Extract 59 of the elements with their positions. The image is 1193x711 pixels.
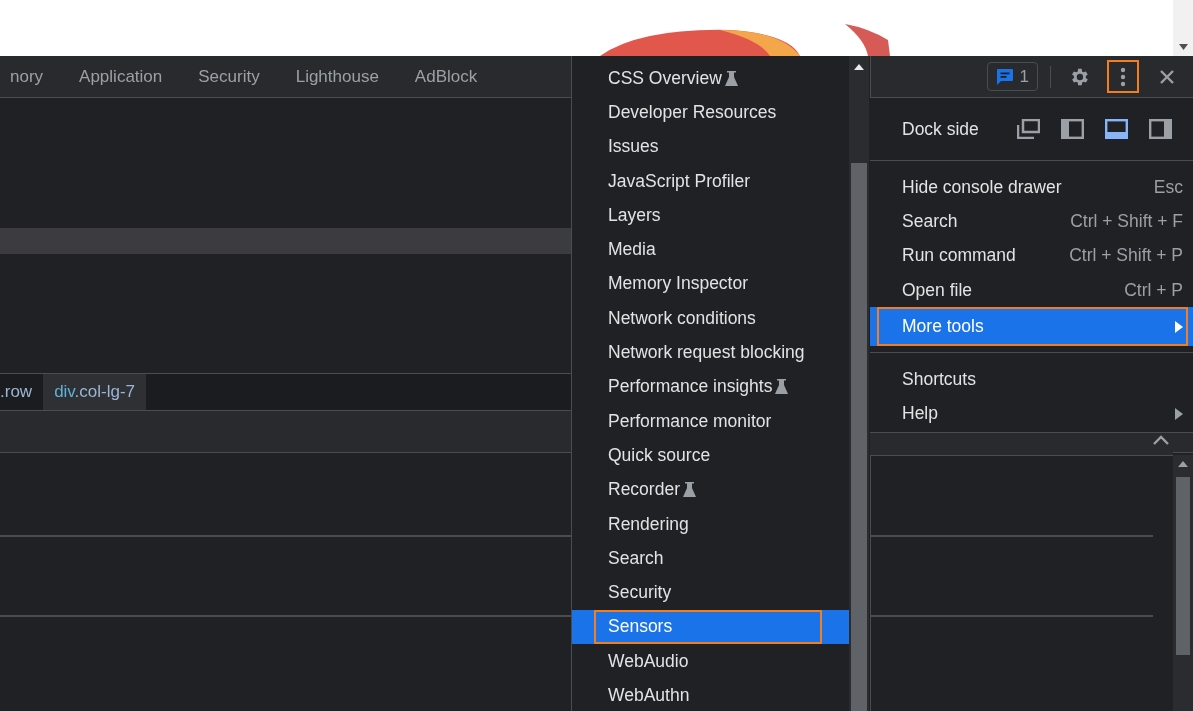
menu-item[interactable]: Layers [572, 198, 849, 233]
menu-item[interactable]: Shortcuts [870, 362, 1193, 397]
dock-right-icon[interactable] [1149, 119, 1172, 139]
flask-icon [724, 70, 738, 86]
menu-item[interactable]: Network request blocking [572, 335, 849, 370]
menu-item[interactable]: Rendering [572, 506, 849, 542]
menu-item[interactable]: Search Ctrl + Shift + F [870, 204, 1193, 239]
menu-item[interactable]: Memory Inspector [572, 266, 849, 302]
shortcut-label: Esc [1153, 176, 1183, 198]
menu-item[interactable]: JavaScript Profiler [572, 163, 849, 199]
submenu-arrow-icon [1175, 320, 1183, 333]
menu-item[interactable]: Search [572, 541, 849, 576]
menu-item[interactable]: Help [870, 396, 1193, 431]
breadcrumb[interactable]: .row [0, 374, 44, 410]
menu-item[interactable]: Recorder [572, 472, 849, 507]
panel-tab[interactable]: nory [0, 56, 62, 97]
menu-item[interactable]: Network conditions [572, 301, 849, 336]
menu-item[interactable]: Media [572, 232, 849, 267]
issues-button[interactable]: 1 [986, 62, 1038, 91]
menu-item[interactable]: Open file Ctrl + P [870, 272, 1193, 308]
menu-item[interactable]: Performance insights [572, 369, 849, 404]
chevron-up-icon [1153, 435, 1169, 445]
menu-item[interactable]: Hide console drawer Esc [870, 170, 1193, 205]
issues-count: 1 [1019, 66, 1029, 87]
menu-item[interactable]: Performance monitor [572, 403, 849, 439]
dock-left-icon[interactable] [1061, 119, 1084, 139]
shortcut-label: Ctrl + Shift + F [1070, 210, 1183, 232]
menu-item[interactable]: Issues [572, 129, 849, 164]
submenu-scrollbar[interactable] [849, 56, 869, 711]
menu-item[interactable]: Run command Ctrl + Shift + P [870, 238, 1193, 273]
undock-icon[interactable] [1017, 119, 1040, 139]
chat-icon [995, 67, 1014, 86]
menu-item[interactable]: Sensors [572, 609, 849, 645]
menu-item[interactable]: WebAudio [572, 644, 849, 679]
dock-bottom-icon[interactable] [1105, 119, 1128, 139]
dock-side-label: Dock side [902, 118, 980, 140]
menu-item[interactable]: Quick source [572, 438, 849, 473]
menu-item[interactable]: Developer Resources [572, 95, 849, 130]
flask-icon [683, 482, 696, 498]
kebab-menu-icon [1120, 66, 1126, 87]
shortcut-label: Ctrl + P [1124, 279, 1183, 301]
page-scrollbar[interactable] [1173, 0, 1193, 56]
menu-item[interactable]: Security [572, 575, 849, 610]
submenu-arrow-icon [1175, 407, 1183, 420]
panel-tab[interactable]: Security [180, 56, 278, 97]
flask-icon [775, 379, 789, 395]
menu-item[interactable]: More tools [870, 307, 1193, 347]
panel-tab[interactable]: Application [61, 56, 181, 97]
breadcrumb[interactable]: div.col-lg-7 [43, 374, 147, 410]
menu-item[interactable]: WebAuthn [572, 678, 849, 711]
panel-tab[interactable]: AdBlock [396, 56, 496, 97]
more-options-button[interactable] [1107, 60, 1139, 93]
shortcut-label: Ctrl + Shift + P [1069, 245, 1183, 267]
scroll-down-arrow-icon[interactable] [1178, 44, 1188, 50]
panel-tab[interactable]: Lighthouse [277, 56, 397, 97]
menu-item[interactable]: CSS Overview [572, 61, 849, 96]
scrollbar[interactable] [1173, 455, 1193, 711]
scroll-up-arrow-icon[interactable] [854, 64, 864, 70]
scroll-up-arrow-icon[interactable] [1178, 461, 1188, 467]
